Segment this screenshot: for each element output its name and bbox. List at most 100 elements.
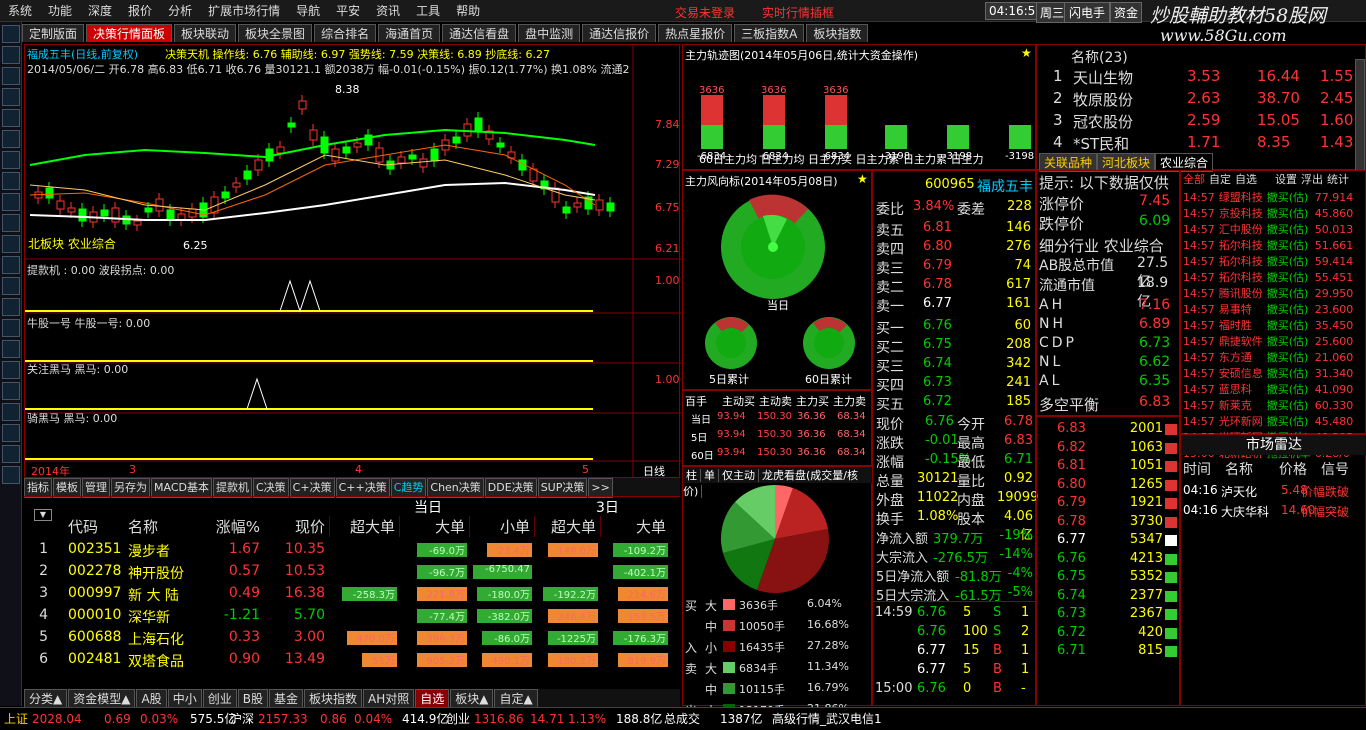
flash-button[interactable]: 闪电手: [1064, 2, 1111, 23]
table-row[interactable]: 3 000997 新 大 陆 0.49 16.38 -258.3万 221.8万 -180.0…: [24, 583, 680, 605]
toolbar-tool-icon[interactable]: [2, 403, 20, 421]
toolbar-tool-icon[interactable]: [2, 340, 20, 358]
menu-item-1[interactable]: 功能: [40, 0, 80, 22]
toolbar-tool-icon[interactable]: [2, 277, 20, 295]
news-row[interactable]: 14:57 汇中股份 撤买(估) 50.013: [1181, 221, 1355, 237]
news-tab-3[interactable]: 设置: [1273, 171, 1299, 187]
menu-item-6[interactable]: 导航: [288, 0, 328, 22]
menu-item-9[interactable]: 工具: [408, 0, 448, 22]
toolbar-tool-icon[interactable]: [2, 193, 20, 211]
indicator-tab-4[interactable]: MACD基本: [151, 478, 212, 498]
news-tab-1[interactable]: 自定: [1207, 171, 1233, 187]
news-row[interactable]: 14:57 东方通 撤买(估) 21.060: [1181, 349, 1355, 365]
toolbar-tool-icon[interactable]: [2, 25, 20, 43]
toolbar-tool-icon[interactable]: [2, 88, 20, 106]
layout-tab-5[interactable]: 海通首页: [378, 24, 441, 42]
table-row[interactable]: 5 600688 上海石化 0.33 3.00 470.0万 396.3万 -86.0万 -12…: [24, 627, 680, 649]
news-row[interactable]: 14:57 光环新网 撤买(估) 45.480: [1181, 413, 1355, 429]
pie-tab-2[interactable]: 仅主动: [719, 469, 759, 482]
sheet-tab-1[interactable]: 资金模型▲: [68, 689, 136, 709]
indicator-tab-2[interactable]: 管理: [82, 478, 110, 498]
indicator-tab-9[interactable]: C趋势: [390, 478, 427, 498]
toolbar-tool-icon[interactable]: [2, 151, 20, 169]
pie-tab-0[interactable]: 柱: [683, 469, 701, 482]
layout-tab-4[interactable]: 综合排名: [314, 24, 377, 42]
menu-item-0[interactable]: 系统: [0, 0, 40, 22]
server-name[interactable]: 高级行情_武汉电信1: [772, 708, 882, 730]
news-row[interactable]: 14:57 安硕信息 撤买(估) 31.340: [1181, 365, 1355, 381]
column-header-5[interactable]: 超大单: [329, 516, 399, 537]
news-row[interactable]: 14:57 福时胜 撤买(估) 35.450: [1181, 317, 1355, 333]
column-header-9[interactable]: 大单: [600, 516, 670, 537]
book-row[interactable]: 卖一 6.77 161: [873, 295, 1037, 315]
indicator-tab-0[interactable]: 指标: [24, 478, 52, 498]
indicator-tab-3[interactable]: 另存为: [111, 478, 150, 498]
toolbar-tool-icon[interactable]: [2, 109, 20, 127]
toolbar-tool-icon[interactable]: [2, 466, 20, 484]
toolbar-tool-icon[interactable]: [2, 46, 20, 64]
news-row[interactable]: 14:57 京投科技 撤买(估) 45.860: [1181, 205, 1355, 221]
menu-item-8[interactable]: 资讯: [368, 0, 408, 22]
news-tab-4[interactable]: 浮出: [1299, 171, 1325, 187]
news-tab-0[interactable]: 全部: [1181, 171, 1207, 187]
layout-tab-7[interactable]: 盘中监测: [518, 24, 581, 42]
book-row[interactable]: 买二 6.75 208: [873, 336, 1037, 356]
layout-tab-6[interactable]: 通达信看盘: [442, 24, 517, 42]
layout-tab-2[interactable]: 板块联动: [174, 24, 237, 42]
column-header-2[interactable]: 名称: [124, 516, 209, 537]
toolbar-tool-icon[interactable]: [2, 382, 20, 400]
news-row[interactable]: 14:57 易事特 撤买(估) 23.600: [1181, 301, 1355, 317]
star-icon[interactable]: ★: [1021, 46, 1032, 60]
toolbar-tool-icon[interactable]: [2, 256, 20, 274]
indicator-tab-6[interactable]: C决策: [252, 478, 289, 498]
sheet-tab-8[interactable]: AH对照: [362, 689, 415, 709]
column-header-1[interactable]: 代码: [64, 516, 124, 537]
table-row[interactable]: 1 002351 漫步者 1.67 10.35 -69.0万 23.4万 148.0万 -109…: [24, 539, 680, 561]
toolbar-tool-icon[interactable]: [2, 424, 20, 442]
fund-button[interactable]: 资金: [1110, 2, 1143, 23]
period-label[interactable]: 日线: [643, 463, 665, 479]
rank-row[interactable]: 2 牧原股份 2.63 38.70 2.45: [1037, 87, 1357, 109]
menu-item-2[interactable]: 深度: [80, 0, 120, 22]
column-header-3[interactable]: 涨幅%: [209, 516, 264, 537]
column-header-4[interactable]: 现价: [269, 516, 329, 537]
column-header-8[interactable]: 超大单: [534, 516, 600, 537]
indicator-tab-8[interactable]: C++决策: [335, 478, 390, 498]
book-row[interactable]: 卖三 6.79 74: [873, 257, 1037, 277]
menu-item-3[interactable]: 报价: [120, 0, 160, 22]
rank-scrollbar[interactable]: [1355, 59, 1365, 171]
indicator-tab-12[interactable]: SUP决策: [537, 478, 588, 498]
news-row[interactable]: 14:57 蓝思科 撤买(估) 41.090: [1181, 381, 1355, 397]
layout-tab-3[interactable]: 板块全景图: [238, 24, 313, 42]
sheet-tab-11[interactable]: 自定▲: [494, 689, 538, 709]
sheet-tab-7[interactable]: 板块指数: [303, 689, 362, 709]
sheet-tab-0[interactable]: 分类▲: [24, 689, 68, 709]
column-header-6[interactable]: 大单: [399, 516, 469, 537]
sheet-tab-10[interactable]: 板块▲: [450, 689, 494, 709]
news-row[interactable]: 14:57 拓尔科技 撤买(估) 55.451: [1181, 269, 1355, 285]
book-row[interactable]: 买五 6.72 185: [873, 393, 1037, 413]
table-row[interactable]: 2 002278 神开股份 0.57 10.53 -96.7万 -6750.47 -402.1…: [24, 561, 680, 583]
menu-item-10[interactable]: 帮助: [448, 0, 488, 22]
layout-tab-8[interactable]: 通达信报价: [582, 24, 657, 42]
toolbar-tool-icon[interactable]: [2, 298, 20, 316]
indicator-tab-5[interactable]: 提款机: [212, 478, 252, 498]
realtime-status[interactable]: 实时行情插框: [762, 4, 834, 21]
news-row[interactable]: 14:57 腾讯股份 撤买(估) 29.950: [1181, 285, 1355, 301]
book-row[interactable]: 卖四 6.80 276: [873, 238, 1037, 258]
book-row[interactable]: 卖二 6.78 617: [873, 276, 1037, 296]
table-row[interactable]: 4 000010 深华新 -1.21 5.70 -77.4万 -382.0万 246.4万 15…: [24, 605, 680, 627]
toolbar-tool-icon[interactable]: [2, 319, 20, 337]
menu-item-4[interactable]: 分析: [160, 0, 200, 22]
news-row[interactable]: 14:57 鼎捷软件 撤买(估) 25.600: [1181, 333, 1355, 349]
news-row[interactable]: 14:57 拓尔科技 撤买(估) 51.661: [1181, 237, 1355, 253]
sheet-tab-6[interactable]: 基金: [268, 689, 303, 709]
book-row[interactable]: 买三 6.74 342: [873, 355, 1037, 375]
rank-row[interactable]: 3 冠农股份 2.59 15.05 1.60: [1037, 109, 1357, 131]
indicator-tab-13[interactable]: >>: [588, 478, 613, 498]
sheet-tab-9[interactable]: 自选: [415, 689, 450, 709]
cy-label[interactable]: 创业: [446, 708, 470, 730]
sh-label[interactable]: 上证: [4, 708, 28, 730]
news-row[interactable]: 14:57 新莱克 撤买(估) 60.330: [1181, 397, 1355, 413]
pie-tab-1[interactable]: 单: [701, 469, 719, 482]
